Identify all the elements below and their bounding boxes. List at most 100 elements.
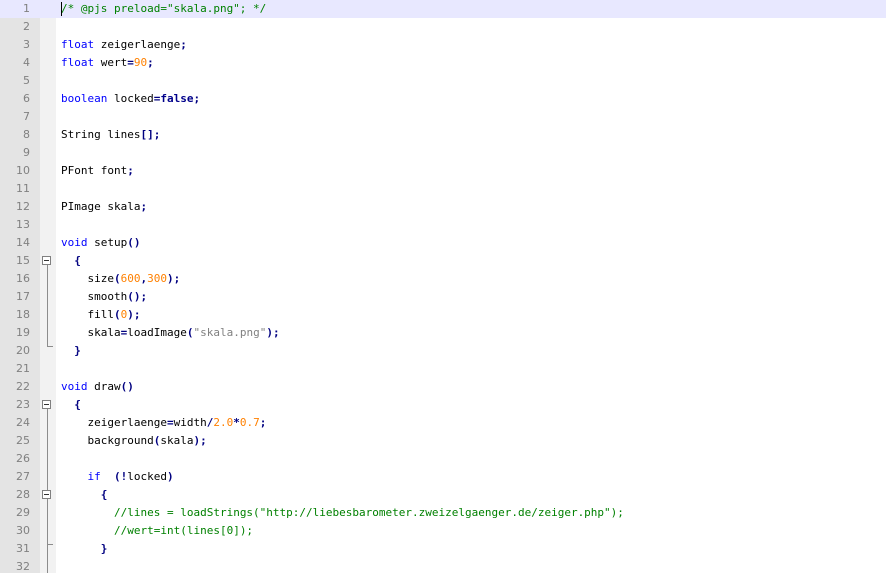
code-line[interactable]: 22 void draw() [0,378,886,396]
line-number: 5 [23,74,30,87]
code-line[interactable]: 17 smooth(); [0,288,886,306]
code-token: setup [94,236,128,249]
line-number: 20 [16,344,30,357]
code-token: //lines = loadStrings("http://liebesbaro… [113,506,624,519]
code-line[interactable]: 31 } [0,540,886,558]
code-lines[interactable]: 1 /* @pjs preload="skala.png"; */ 2 3 float … [0,0,886,576]
code-line[interactable]: 25 background(skala); [0,432,886,450]
code-text[interactable]: zeigerlaenge=width/2.0*0.7; [61,414,266,432]
code-line[interactable]: 23 { [0,396,886,414]
code-token: draw [94,380,121,393]
code-token: boolean [61,92,108,105]
code-token: locked [113,92,154,105]
code-line[interactable]: 21 [0,360,886,378]
code-token: false [160,92,194,105]
code-text[interactable]: float wert=90; [61,54,154,72]
code-text[interactable]: void setup() [61,234,141,252]
code-token: (); [127,290,148,303]
code-line[interactable]: 10 PFont font; [0,162,886,180]
code-token: if [87,470,101,483]
code-line[interactable]: 4 float wert=90; [0,54,886,72]
code-line[interactable]: 19 skala=loadImage("skala.png"); [0,324,886,342]
code-token: 2.0 [213,416,234,429]
code-line[interactable]: 16 size(600,300); [0,270,886,288]
code-line[interactable]: 18 fill(0); [0,306,886,324]
code-line[interactable]: 14 void setup() [0,234,886,252]
code-token: skala [160,434,194,447]
code-line[interactable]: 24 zeigerlaenge=width/2.0*0.7; [0,414,886,432]
line-number: 32 [16,560,30,573]
code-token: 600 [120,272,141,285]
code-token: ; [147,56,154,69]
code-token: ); [193,434,207,447]
code-text[interactable]: String lines[]; [61,126,160,144]
code-token: (! [114,470,128,483]
code-token: 90 [133,56,148,69]
code-text[interactable]: if (!locked) [61,468,174,486]
code-line[interactable]: 7 [0,108,886,126]
code-text[interactable]: PFont font; [61,162,134,180]
code-text[interactable]: size(600,300); [61,270,180,288]
code-line[interactable]: 30 //wert=int(lines[0]); [0,522,886,540]
code-token: ( [113,272,121,285]
code-line[interactable]: 15 { [0,252,886,270]
line-number: 16 [16,272,30,285]
line-number: 13 [16,218,30,231]
code-text[interactable]: background(skala); [61,432,207,450]
code-token: width [173,416,207,429]
code-editor[interactable]: 1 /* @pjs preload="skala.png"; */ 2 3 float … [0,0,886,573]
code-token: smooth [61,290,128,303]
line-number: 28 [16,488,30,501]
code-text[interactable]: { [61,396,81,414]
code-text[interactable]: fill(0); [61,306,140,324]
code-line[interactable]: 6 boolean locked=false; [0,90,886,108]
code-token: wert [100,56,128,69]
code-line[interactable]: 29 //lines = loadStrings("http://liebesb… [0,504,886,522]
code-text[interactable]: void draw() [61,378,134,396]
line-number: 1 [23,2,30,15]
code-token: //wert=int(lines[0]); [113,524,254,537]
code-token: ; [259,416,267,429]
code-text[interactable]: //wert=int(lines[0]); [61,522,253,540]
code-text[interactable]: //lines = loadStrings("http://liebesbaro… [61,504,624,522]
code-token: /* @pjs preload="skala.png"; */ [61,2,267,15]
code-text[interactable]: skala=loadImage("skala.png"); [61,324,279,342]
code-line[interactable]: 2 [0,18,886,36]
code-token: locked [127,470,167,483]
line-number: 8 [23,128,30,141]
code-line[interactable]: 26 [0,450,886,468]
code-token: String lines [61,128,141,141]
code-text[interactable]: boolean locked=false; [61,90,200,108]
code-line[interactable]: 27 if (!locked) [0,468,886,486]
code-text[interactable]: /* @pjs preload="skala.png"; */ [61,0,266,18]
code-line[interactable]: 1 /* @pjs preload="skala.png"; */ [0,0,886,18]
code-text[interactable]: smooth(); [61,288,147,306]
code-line[interactable]: 5 [0,72,886,90]
code-text[interactable]: } [61,540,108,558]
line-number: 17 [16,290,30,303]
code-token: ; [180,38,187,51]
code-line[interactable]: 20 } [0,342,886,360]
code-line[interactable]: 9 [0,144,886,162]
code-text[interactable]: float zeigerlaenge; [61,36,187,54]
code-line[interactable]: 3 float zeigerlaenge; [0,36,886,54]
code-text[interactable]: PImage skala; [61,198,147,216]
code-line[interactable]: 32 [0,558,886,576]
code-line[interactable]: 13 [0,216,886,234]
code-line[interactable]: 11 [0,180,886,198]
code-token: { [74,398,81,411]
code-line[interactable]: 12 PImage skala; [0,198,886,216]
code-token: ; [193,92,201,105]
code-line[interactable]: 28 { [0,486,886,504]
line-number: 2 [23,20,30,33]
code-text[interactable]: } [61,342,81,360]
code-line[interactable]: 8 String lines[]; [0,126,886,144]
code-text[interactable]: { [61,252,81,270]
code-token: ; [140,200,148,213]
code-text[interactable]: { [61,486,108,504]
